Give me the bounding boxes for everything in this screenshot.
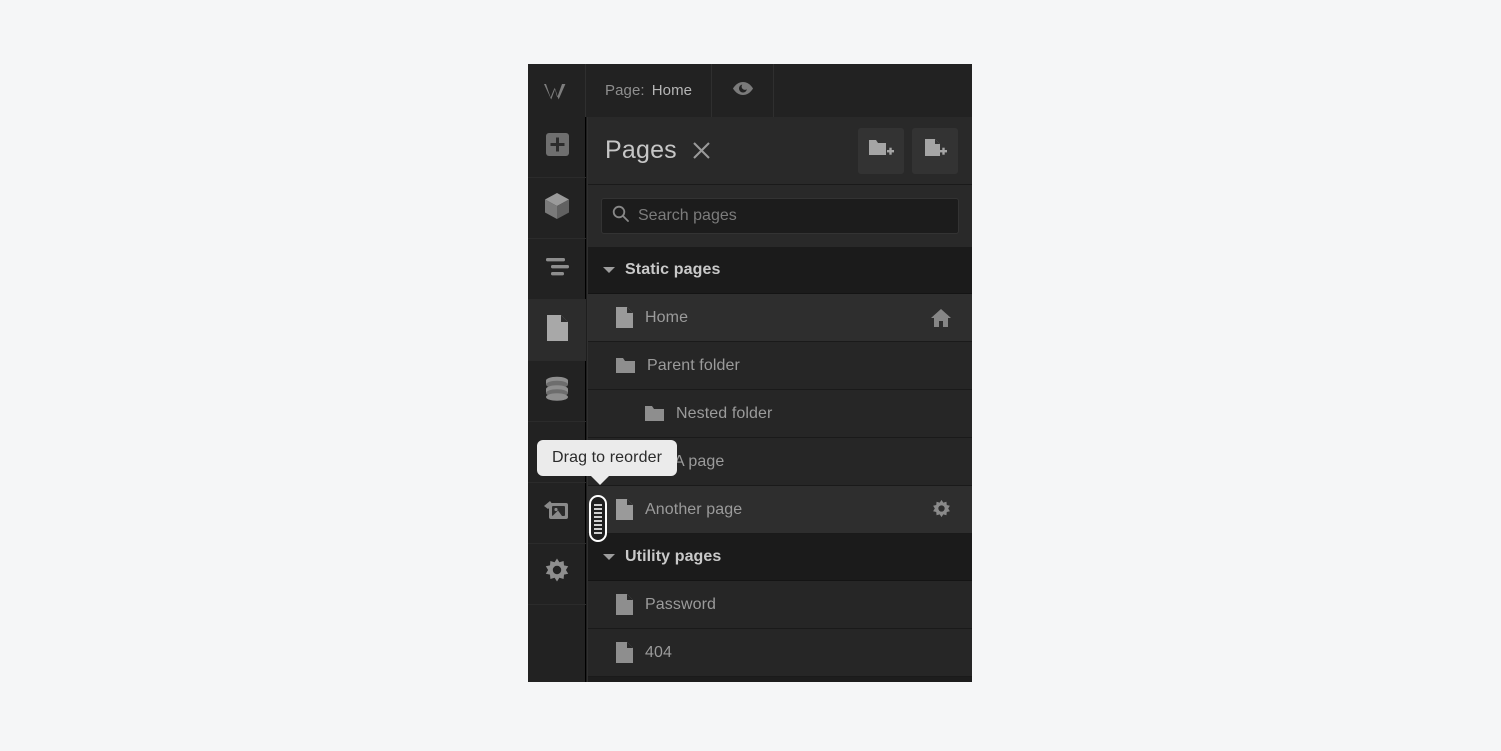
page-row-another-page[interactable]: Another page	[588, 486, 972, 534]
drag-ridge	[594, 523, 602, 526]
top-bar: Page: Home	[528, 64, 972, 117]
cube-icon	[544, 192, 570, 225]
drag-handle[interactable]	[589, 495, 607, 542]
caret-down-icon[interactable]	[603, 554, 615, 560]
caret-down-icon[interactable]	[603, 267, 615, 273]
sidebar-item-pages[interactable]	[528, 300, 586, 361]
webflow-logo-button[interactable]	[528, 64, 586, 117]
page-row-label: Another page	[645, 500, 743, 518]
sidebar-item-settings[interactable]	[528, 544, 586, 605]
drag-ridge	[594, 507, 602, 510]
left-toolbar	[528, 117, 586, 682]
sidebar-item-add[interactable]	[528, 117, 586, 178]
page-title: Pages	[605, 136, 677, 164]
page-plus-icon	[922, 137, 948, 164]
section-title: Utility pages	[625, 548, 722, 565]
page-row-nested-folder[interactable]: Nested folder	[588, 390, 972, 438]
drag-ridge	[594, 527, 602, 530]
drag-ridge	[594, 519, 602, 522]
page-row-404[interactable]: 404	[588, 629, 972, 677]
folder-plus-icon	[868, 137, 894, 164]
drag-ridge	[594, 503, 602, 506]
page-row-home[interactable]: Home	[588, 294, 972, 342]
page-name: Home	[651, 82, 693, 99]
search-icon	[612, 205, 629, 227]
page-row-label: A page	[674, 452, 725, 470]
webflow-logo-icon	[543, 81, 570, 101]
tooltip-drag-to-reorder: Drag to reorder	[537, 440, 677, 485]
sidebar-item-components[interactable]	[528, 178, 586, 239]
page-document-icon	[546, 314, 569, 347]
page-row-label: Parent folder	[647, 356, 740, 374]
current-page-indicator[interactable]: Page: Home	[586, 64, 713, 117]
drag-ridge	[594, 511, 602, 514]
drag-ridge	[594, 531, 602, 534]
page-row-label: Nested folder	[676, 404, 773, 422]
eye-icon	[732, 81, 754, 101]
page-row-parent-folder[interactable]: Parent folder	[588, 342, 972, 390]
folder-icon	[645, 405, 664, 422]
pages-panel-header: Pages	[588, 117, 972, 185]
search-bar	[588, 185, 972, 247]
top-bar-spacer	[774, 64, 972, 117]
page-icon	[616, 642, 633, 663]
page-icon	[616, 499, 633, 520]
page-label: Page:	[605, 82, 645, 99]
page-row-label: 404	[645, 643, 672, 661]
sidebar-item-assets[interactable]	[528, 483, 586, 544]
home-icon[interactable]	[930, 308, 952, 328]
search-input[interactable]	[638, 207, 948, 225]
webflow-designer: Page: Home Pages Search pages Static pag…	[528, 64, 972, 682]
page-row-password[interactable]: Password	[588, 581, 972, 629]
section-title: Static pages	[625, 261, 721, 278]
drag-ridge	[594, 515, 602, 518]
pages-panel: Pages Search pages Static pages Home Par…	[587, 117, 972, 682]
page-icon	[616, 594, 633, 615]
images-icon	[543, 499, 571, 528]
section-header-utility[interactable]: Utility pages	[588, 534, 972, 581]
close-icon[interactable]	[691, 140, 713, 162]
section-header-static[interactable]: Static pages	[588, 247, 972, 294]
search-box[interactable]	[601, 198, 959, 234]
page-row-label: Home	[645, 308, 689, 326]
page-icon	[616, 307, 633, 328]
folder-icon	[616, 357, 635, 374]
gear-icon[interactable]	[931, 499, 952, 520]
gear-icon	[543, 558, 571, 591]
add-folder-button[interactable]	[858, 127, 904, 174]
page-row-label: Password	[645, 595, 717, 613]
navigator-lines-icon	[544, 257, 570, 281]
plus-square-icon	[545, 132, 570, 162]
add-page-button[interactable]	[912, 127, 958, 174]
sidebar-item-cms[interactable]	[528, 361, 586, 422]
preview-toggle-button[interactable]	[712, 64, 775, 117]
sidebar-item-navigator[interactable]	[528, 239, 586, 300]
database-icon	[544, 376, 570, 407]
